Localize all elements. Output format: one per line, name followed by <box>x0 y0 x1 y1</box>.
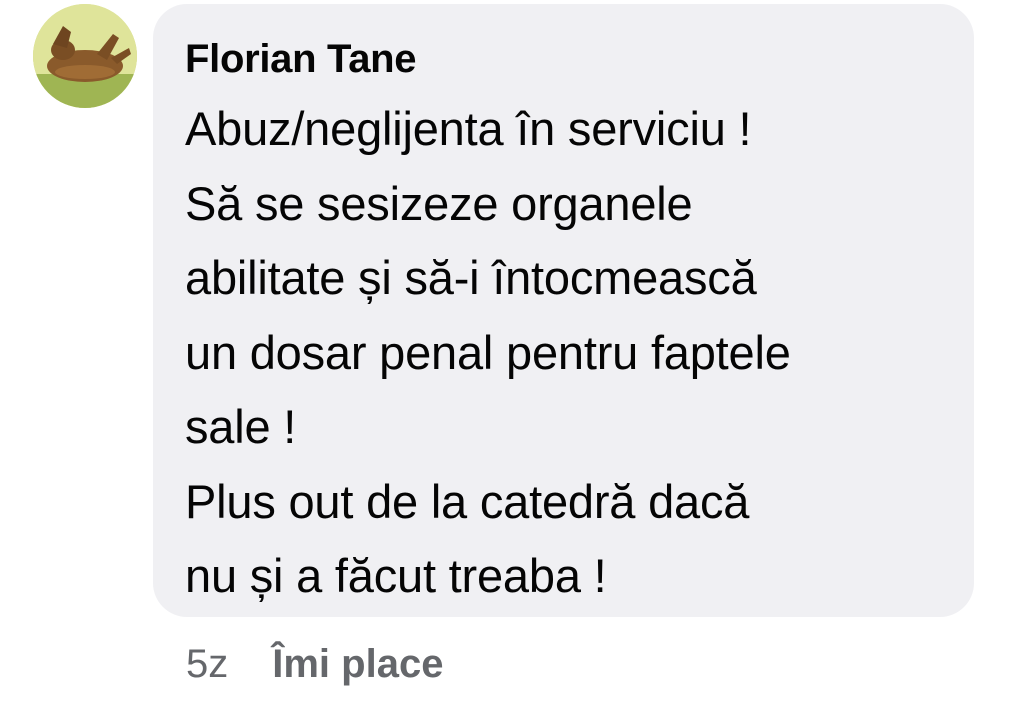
avatar[interactable] <box>33 4 137 108</box>
profile-photo-animal-icon <box>33 4 137 108</box>
like-button[interactable]: Îmi place <box>272 642 443 687</box>
comment-timestamp[interactable]: 5z <box>186 642 228 687</box>
comment-author[interactable]: Florian Tane <box>185 34 942 84</box>
comment-actions: 5z Îmi place <box>186 636 443 692</box>
comment-text: Abuz/neglijenta în serviciu ! Să se sesi… <box>185 102 791 602</box>
comment-bubble: Florian Tane Abuz/neglijenta în serviciu… <box>153 4 974 617</box>
